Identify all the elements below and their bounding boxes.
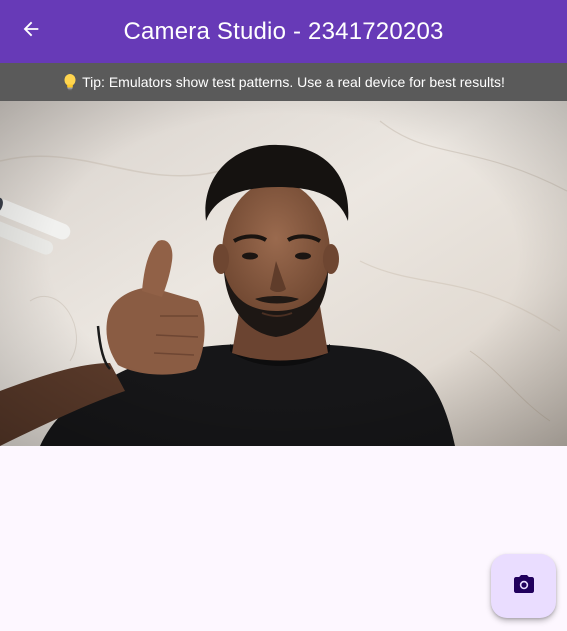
preview-background [0, 446, 567, 631]
camera-icon [512, 572, 536, 601]
app-bar: Camera Studio - 2341720203 [0, 0, 567, 63]
camera-preview [0, 101, 567, 446]
arrow-back-icon [20, 18, 42, 45]
back-button[interactable] [14, 14, 48, 48]
capture-photo-button[interactable] [491, 554, 556, 618]
lightbulb-icon [62, 73, 78, 91]
tip-text: Tip: Emulators show test patterns. Use a… [82, 74, 505, 90]
camera-preview-image [0, 101, 567, 446]
tip-banner: Tip: Emulators show test patterns. Use a… [0, 63, 567, 101]
page-title: Camera Studio - 2341720203 [123, 17, 444, 45]
